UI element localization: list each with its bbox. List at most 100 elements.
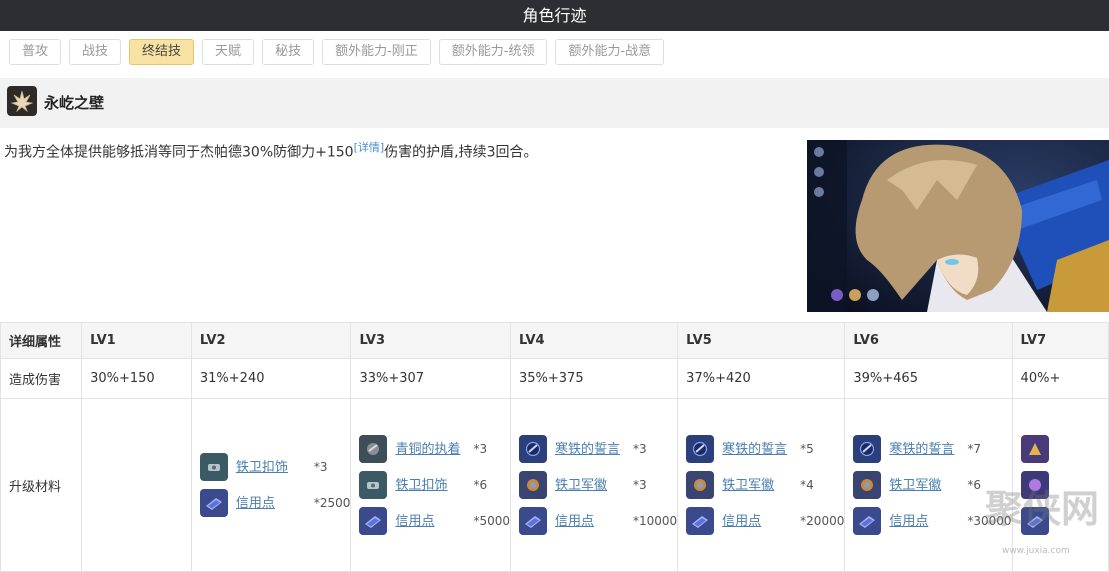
material-name-link[interactable]: 铁卫军徽 [722, 477, 792, 494]
insignia-icon[interactable] [518, 471, 547, 499]
materials-row: 升级材料 铁卫扣饰 *3 信用点 *2500 青铜的执着 *3 铁卫扣饰 *6 信用点 *500… [0, 398, 1109, 572]
material-name-link[interactable]: 寒铁的誓言 [555, 441, 625, 458]
iron-icon[interactable] [853, 435, 882, 463]
material-count: *6 [967, 478, 981, 492]
header-level: LV3 [350, 322, 511, 359]
header-attribute: 详细属性 [0, 322, 83, 359]
materials-label: 升级材料 [0, 398, 83, 572]
material-name-link[interactable]: 铁卫军徽 [555, 477, 625, 494]
tab-basic-attack[interactable]: 普攻 [9, 39, 62, 65]
damage-row: 造成伤害 30%+150 31%+240 33%+307 35%+375 37%… [0, 358, 1109, 399]
skill-header: 永屹之壁 [0, 78, 1109, 128]
material-name-link[interactable]: 信用点 [722, 513, 792, 530]
watermark-logo: 聚侠网 [985, 486, 1100, 531]
material-name-link[interactable]: 信用点 [395, 513, 465, 530]
skill-name: 永屹之壁 [44, 94, 105, 112]
credit-icon[interactable] [359, 507, 388, 535]
skill-description: 为我方全体提供能够抵消等同于杰帕德30%防御力+150[详情]伤害的护盾,持续3… [4, 139, 538, 162]
insignia-icon[interactable] [853, 471, 882, 499]
material-item: 寒铁的誓言 *3 [518, 435, 677, 463]
material-count: *3 [313, 460, 328, 474]
material-name-link[interactable]: 铁卫扣饰 [395, 477, 465, 494]
skill-preview-image [807, 140, 1109, 312]
tab-skill[interactable]: 战技 [69, 39, 122, 65]
watermark-url: www.juxia.com [1002, 546, 1070, 556]
materials-cell: 寒铁的誓言 *3 铁卫军徽 *3 信用点 *10000 [509, 398, 679, 572]
material-item: 铁卫扣饰 *6 [359, 471, 510, 499]
credit-icon[interactable] [853, 507, 882, 535]
bronze-icon[interactable] [359, 435, 388, 463]
material-count: *3 [632, 478, 647, 492]
damage-value: 31%+240 [190, 358, 352, 399]
description-text-end: 伤害的护盾,持续3回合。 [384, 144, 538, 161]
tab-technique[interactable]: 秘技 [262, 39, 315, 65]
material-name-link[interactable]: 信用点 [889, 513, 959, 530]
material-item: 信用点 *5000 [359, 507, 510, 535]
tab-ultimate[interactable]: 终结技 [129, 39, 195, 65]
iron-icon[interactable] [518, 435, 547, 463]
skill-tabs: 普攻 战技 终结技 天赋 秘技 额外能力-刚正 额外能力-统领 额外能力-战意 [9, 39, 665, 65]
tab-bonus-commander[interactable]: 额外能力-统领 [438, 39, 548, 65]
material-item: 信用点 *2500 [199, 489, 351, 517]
material-count: *3 [632, 442, 647, 456]
header-level: LV2 [190, 322, 352, 359]
buckle-icon[interactable] [359, 471, 388, 499]
material-count: *20000 [800, 514, 845, 528]
material-name-link[interactable]: 铁卫扣饰 [236, 459, 306, 476]
material-count: *10000 [632, 514, 678, 528]
skill-icon [7, 86, 37, 116]
damage-value: 35%+375 [509, 358, 679, 399]
damage-value: 40%+ [1011, 358, 1109, 399]
material-item: 信用点 *20000 [686, 507, 844, 535]
damage-value: 37%+420 [677, 358, 846, 399]
material-count: *6 [473, 478, 488, 492]
buckle-icon[interactable] [199, 453, 228, 481]
materials-list: 寒铁的誓言 *3 铁卫军徽 *3 信用点 *10000 [518, 435, 678, 535]
materials-list: 铁卫扣饰 *3 信用点 *2500 [199, 453, 351, 517]
credit-icon[interactable] [199, 489, 228, 517]
material-name-link[interactable]: 信用点 [236, 495, 306, 512]
materials-cell [81, 398, 192, 572]
credit-icon[interactable] [518, 507, 547, 535]
material-name-link[interactable]: 寒铁的誓言 [889, 441, 959, 458]
header-level: LV5 [677, 322, 846, 359]
material-item: 寒铁的誓言 *5 [686, 435, 844, 463]
page-title-bar: 角色行迹 [0, 0, 1109, 31]
header-level: LV4 [509, 322, 679, 359]
material-count: *3 [473, 442, 488, 456]
damage-value: 33%+307 [350, 358, 511, 399]
iron-icon[interactable] [686, 435, 715, 463]
header-level: LV6 [844, 322, 1013, 359]
page-title: 角色行迹 [522, 6, 587, 25]
material-count: *5000 [473, 514, 510, 528]
material-count: *2500 [313, 496, 351, 510]
material-name-link[interactable]: 铁卫军徽 [889, 477, 959, 494]
material-name-link[interactable]: 青铜的执着 [395, 441, 465, 458]
material-item: 青铜的执着 *3 [359, 435, 510, 463]
material-count: *4 [800, 478, 814, 492]
gold-icon[interactable] [1020, 435, 1049, 463]
material-item: 信用点 *10000 [518, 507, 678, 535]
material-name-link[interactable]: 寒铁的誓言 [722, 441, 792, 458]
level-table: 详细属性 LV1 LV2 LV3 LV4 LV5 LV6 LV7 造成伤害 30… [0, 322, 1109, 572]
tab-bonus-fighting-will[interactable]: 额外能力-战意 [555, 39, 665, 65]
damage-value: 39%+465 [844, 358, 1013, 399]
material-name-link[interactable]: 信用点 [555, 513, 625, 530]
materials-list: 青铜的执着 *3 铁卫扣饰 *6 信用点 *5000 [359, 435, 510, 535]
credit-icon[interactable] [686, 507, 715, 535]
header-level: LV7 [1011, 322, 1109, 359]
insignia-icon[interactable] [686, 471, 715, 499]
materials-cell: 铁卫扣饰 *3 信用点 *2500 [190, 398, 352, 572]
table-header-row: 详细属性 LV1 LV2 LV3 LV4 LV5 LV6 LV7 [0, 322, 1109, 359]
materials-cell: 寒铁的誓言 *5 铁卫军徽 *4 信用点 *20000 [677, 398, 846, 572]
material-count: *7 [967, 442, 981, 456]
material-item [1020, 435, 1108, 463]
tab-bonus-upright[interactable]: 额外能力-刚正 [322, 39, 431, 65]
material-item: 铁卫军徽 *3 [518, 471, 677, 499]
damage-label: 造成伤害 [0, 358, 83, 399]
description-text: 为我方全体提供能够抵消等同于杰帕德30%防御力+150 [4, 144, 354, 161]
detail-link[interactable]: [详情] [354, 141, 385, 154]
material-count: *5 [800, 442, 814, 456]
material-item: 寒铁的誓言 *7 [853, 435, 1011, 463]
tab-talent[interactable]: 天赋 [202, 39, 255, 65]
